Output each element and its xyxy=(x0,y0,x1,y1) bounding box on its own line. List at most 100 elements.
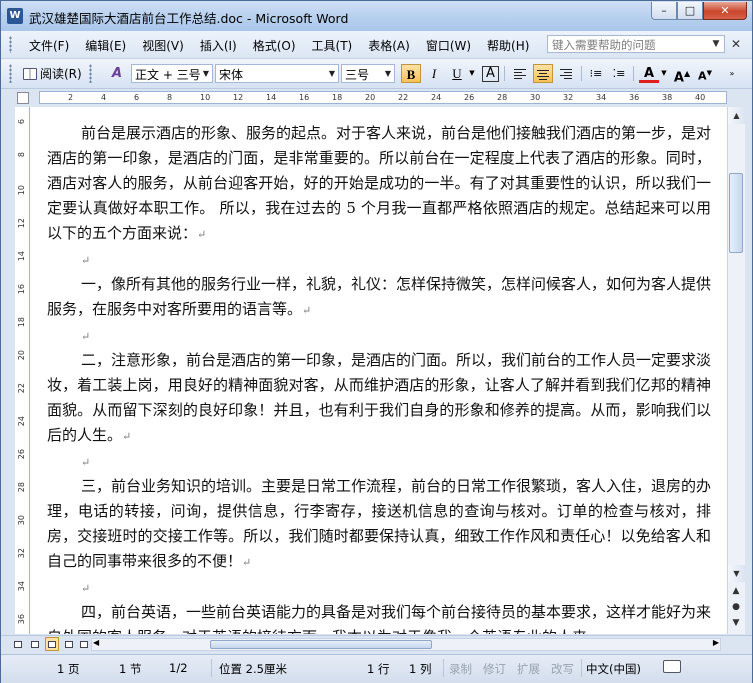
ruler-tick-label: 20 xyxy=(365,93,376,102)
empty-paragraph[interactable]: ↵ xyxy=(47,323,711,348)
help-search-input[interactable]: 键入需要帮助的问题 xyxy=(547,35,725,53)
maximize-button[interactable]: □ xyxy=(677,2,703,20)
paragraph-mark-icon: ↵ xyxy=(302,304,312,317)
spelling-check-icon[interactable] xyxy=(663,660,681,673)
document-body[interactable]: 前台是展示酒店的形象、服务的起点。对于客人来说，前台是他们接触我们酒店的第一步，… xyxy=(47,121,711,634)
menu-tools[interactable]: 工具(T) xyxy=(304,37,361,54)
hscroll-thumb[interactable] xyxy=(210,640,432,649)
status-trk[interactable]: 修订 xyxy=(483,661,506,677)
help-dropdown-icon[interactable]: ▼ xyxy=(709,36,723,52)
document-page[interactable]: 前台是展示酒店的形象、服务的起点。对于客人来说，前台是他们接触我们酒店的第一步，… xyxy=(30,107,727,634)
status-ext[interactable]: 扩展 xyxy=(517,661,540,677)
reading-view-button[interactable] xyxy=(77,637,91,651)
scroll-left-icon[interactable]: ◀ xyxy=(93,638,99,647)
status-position[interactable]: 位置 2.5厘米 xyxy=(219,661,287,677)
status-rec[interactable]: 录制 xyxy=(449,661,472,677)
status-page[interactable]: 1 页 xyxy=(57,661,79,677)
reading-layout-button[interactable]: 阅读(R) xyxy=(19,63,85,84)
toolbar-grip-icon-2[interactable] xyxy=(89,64,92,83)
status-language[interactable]: 中文(中国) xyxy=(586,661,641,677)
grow-font-button[interactable]: A▲ xyxy=(672,64,692,85)
status-separator xyxy=(581,659,582,677)
close-button[interactable]: ✕ xyxy=(703,2,747,20)
paragraph[interactable]: 一，像所有其他的服务行业一样，礼貌，礼仪：怎样保持微笑，怎样问候客人，如何为客人… xyxy=(47,272,711,323)
paragraph[interactable]: 四，前台英语，一些前台英语能力的具备是对我们每个前台接待员的基本要求，这样才能好… xyxy=(47,600,711,634)
ruler-tick-label: 34 xyxy=(596,93,607,102)
status-ovr[interactable]: 改写 xyxy=(551,661,574,677)
underline-dropdown-icon[interactable]: ▼ xyxy=(467,64,477,83)
print-view-button[interactable] xyxy=(45,637,59,651)
paragraph[interactable]: 三，前台业务知识的培训。主要是日常工作流程，前台的日常工作很繁琐，客人入住，退房… xyxy=(47,474,711,575)
tab-selector[interactable] xyxy=(17,92,29,104)
empty-paragraph[interactable]: ↵ xyxy=(47,247,711,272)
next-page-icon[interactable]: ▼ xyxy=(730,617,742,629)
web-view-button[interactable] xyxy=(28,637,42,651)
paragraph[interactable]: 二，注意形象，前台是酒店的第一印象，是酒店的门面。所以，我们前台的工作人员一定要… xyxy=(47,348,711,449)
minimize-button[interactable]: – xyxy=(651,2,677,20)
menu-edit[interactable]: 编辑(E) xyxy=(77,37,134,54)
close-document-icon[interactable]: ✕ xyxy=(731,37,741,51)
font-size-select[interactable]: 三号 ▼ xyxy=(341,64,395,83)
empty-paragraph[interactable]: ↵ xyxy=(47,449,711,474)
status-column[interactable]: 1 列 xyxy=(409,661,431,677)
word-app-icon[interactable]: W xyxy=(7,8,23,24)
bullets-button[interactable]: ⁚≡ xyxy=(609,64,629,83)
shrink-font-button[interactable]: A▼ xyxy=(695,64,715,83)
align-left-button[interactable] xyxy=(510,64,530,83)
menu-file[interactable]: 文件(F) xyxy=(21,37,77,54)
scroll-right-icon[interactable]: ▶ xyxy=(713,638,719,647)
menu-grip-icon[interactable] xyxy=(9,36,12,53)
menu-insert[interactable]: 插入(I) xyxy=(192,37,245,54)
outline-view-button[interactable] xyxy=(62,637,76,651)
normal-view-button[interactable] xyxy=(11,637,25,651)
vruler-tick-label: 20 xyxy=(17,350,26,361)
ruler-tick-label: 36 xyxy=(629,93,640,102)
numbering-button[interactable]: ⁝≡ xyxy=(586,64,606,83)
align-right-button[interactable] xyxy=(556,64,576,83)
vruler-tick-label: 16 xyxy=(17,284,26,295)
font-select[interactable]: 宋体 ▼ xyxy=(215,64,339,83)
style-select[interactable]: 正文 + 三号 ▼ xyxy=(131,64,213,83)
vertical-scrollbar[interactable]: ▲ ▼ ▲ ● ▼ xyxy=(727,107,745,634)
menu-view[interactable]: 视图(V) xyxy=(134,37,192,54)
underline-button[interactable]: U xyxy=(447,64,467,83)
view-and-hscroll-row: ◀ ▶ xyxy=(1,635,752,654)
character-border-button[interactable]: A xyxy=(482,66,499,82)
scroll-down-icon[interactable]: ▼ xyxy=(728,565,745,582)
menu-table[interactable]: 表格(A) xyxy=(360,37,418,54)
status-section[interactable]: 1 节 xyxy=(119,661,141,677)
menu-format[interactable]: 格式(O) xyxy=(245,37,304,54)
vruler-tick-label: 22 xyxy=(17,383,26,394)
chevron-down-icon[interactable]: ▼ xyxy=(200,65,212,82)
menu-help[interactable]: 帮助(H) xyxy=(479,37,537,54)
styles-pane-icon[interactable]: A xyxy=(105,63,129,84)
horizontal-ruler[interactable]: 2 4 6 8 10 12 14 16 18 20 22 24 26 28 30 32 34 36 38 40 xyxy=(39,91,727,104)
bold-button[interactable]: B xyxy=(401,64,421,83)
paragraph[interactable]: 前台是展示酒店的形象、服务的起点。对于客人来说，前台是他们接触我们酒店的第一步，… xyxy=(47,121,711,247)
scroll-up-icon[interactable]: ▲ xyxy=(728,107,745,124)
horizontal-scrollbar[interactable]: ◀ ▶ xyxy=(91,638,721,651)
previous-page-icon[interactable]: ▲ xyxy=(730,585,742,597)
align-center-button[interactable] xyxy=(533,64,553,83)
ruler-tick-label: 14 xyxy=(266,93,277,102)
chevron-down-icon[interactable]: ▼ xyxy=(382,65,394,82)
italic-button[interactable]: I xyxy=(424,64,444,83)
vertical-ruler[interactable]: 6 8 10 12 14 16 18 20 22 24 26 28 30 32 34 36 xyxy=(15,107,30,634)
font-color-dropdown-icon[interactable]: ▼ xyxy=(659,64,669,83)
status-line[interactable]: 1 行 xyxy=(367,661,389,677)
status-page-of[interactable]: 1/2 xyxy=(169,661,188,675)
browse-object-icon[interactable]: ● xyxy=(730,601,742,613)
toolbar-grip-icon[interactable] xyxy=(9,64,12,83)
ruler-tick-label: 26 xyxy=(464,93,475,102)
chevron-down-icon[interactable]: ▼ xyxy=(326,65,338,82)
menu-bar: 文件(F) 编辑(E) 视图(V) 插入(I) 格式(O) 工具(T) 表格(A… xyxy=(1,31,752,59)
empty-paragraph[interactable]: ↵ xyxy=(47,575,711,600)
toolbar-options-icon[interactable]: » xyxy=(725,64,739,83)
vruler-tick-label: 28 xyxy=(17,482,26,493)
menu-window[interactable]: 窗口(W) xyxy=(418,37,479,54)
font-color-button[interactable]: A xyxy=(639,64,659,83)
ruler-tick-label: 32 xyxy=(563,93,574,102)
scroll-thumb[interactable] xyxy=(729,173,743,253)
align-right-icon xyxy=(560,69,572,79)
status-bar: 1 页 1 节 1/2 位置 2.5厘米 1 行 1 列 录制 修订 扩展 改写… xyxy=(1,654,752,683)
